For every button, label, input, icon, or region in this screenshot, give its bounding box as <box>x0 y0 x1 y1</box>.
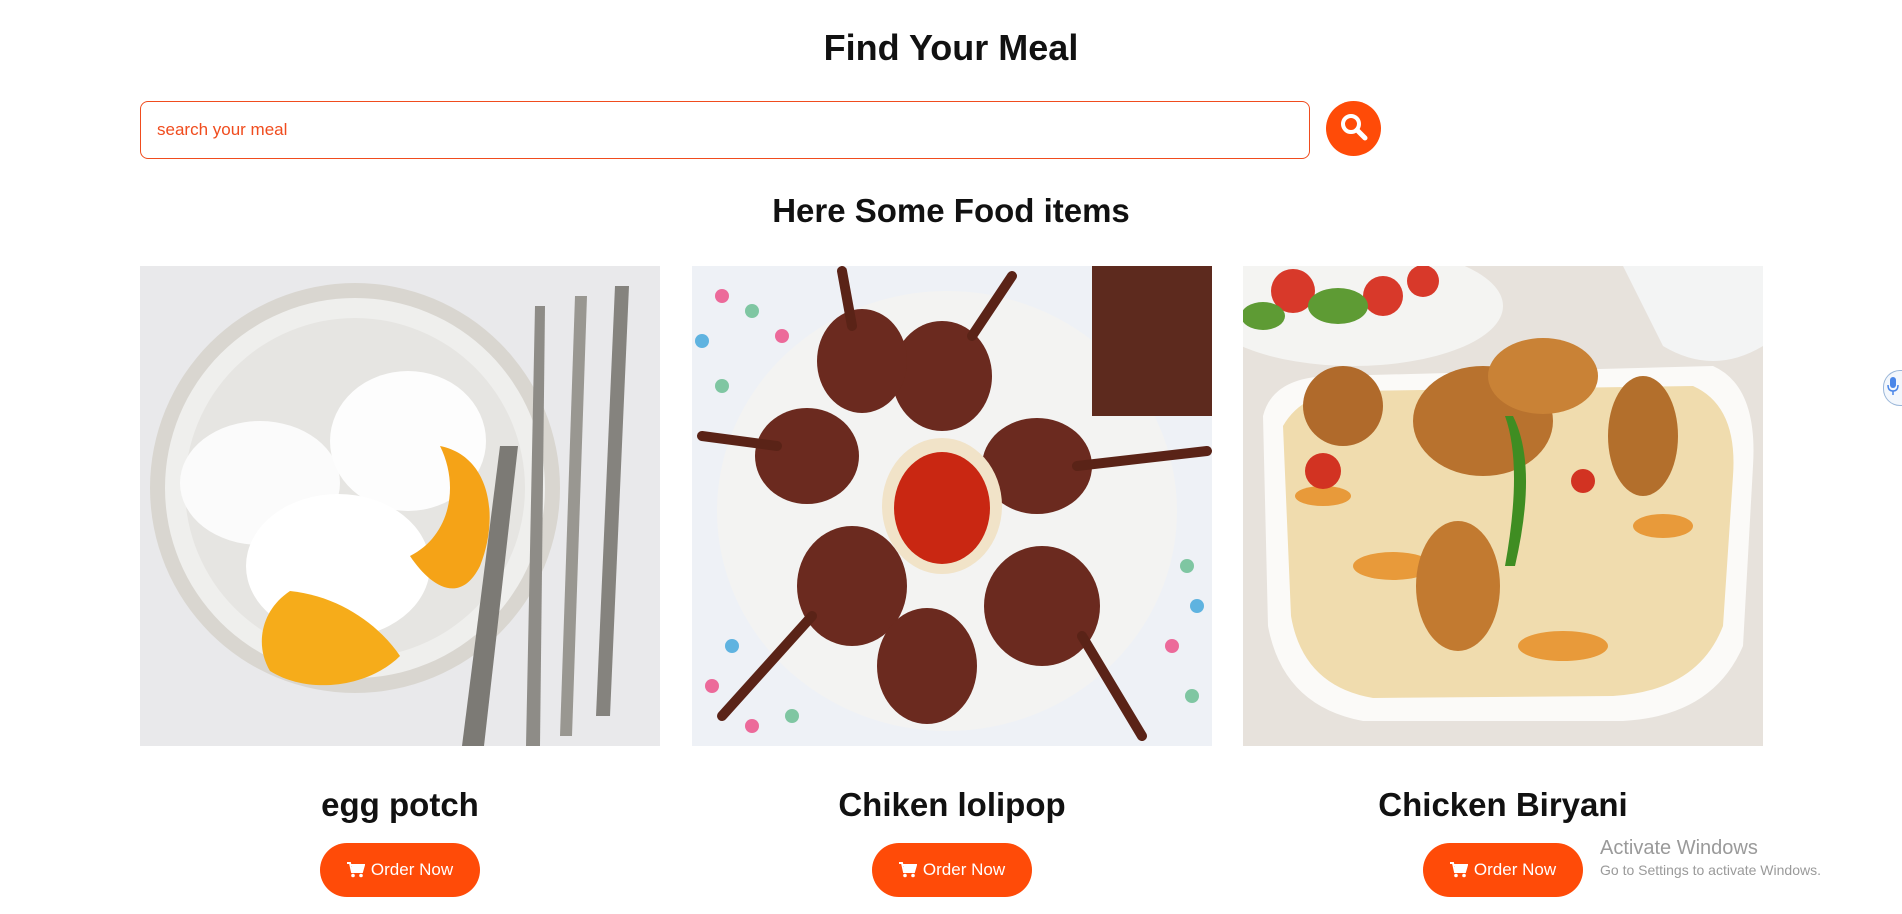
order-now-button[interactable]: Order Now <box>872 843 1032 897</box>
food-card-title: Chicken Biryani <box>1378 786 1628 823</box>
food-card: Chiken lolipop Order Now <box>692 266 1212 897</box>
search-button[interactable] <box>1326 101 1381 156</box>
cart-icon <box>898 862 917 878</box>
order-button-label: Order Now <box>370 860 454 879</box>
food-card: egg potch Order Now <box>140 266 660 897</box>
search-input[interactable] <box>140 101 1310 159</box>
voice-search-widget[interactable] <box>1883 370 1902 406</box>
food-image-chiken-lolipop <box>692 266 1212 746</box>
food-card-title: Chiken lolipop <box>838 786 1066 823</box>
cart-icon <box>346 862 365 878</box>
search-icon <box>1339 112 1369 145</box>
microphone-icon <box>1887 376 1899 401</box>
food-image-chicken-biryani <box>1243 266 1763 746</box>
order-button-label: Order Now <box>1473 860 1557 879</box>
food-card: Chicken Biryani Order Now <box>1243 266 1763 897</box>
order-button-label: Order Now <box>922 860 1006 879</box>
watermark-title: Activate Windows <box>1600 837 1758 859</box>
order-now-button[interactable]: Order Now <box>320 843 480 897</box>
food-card-title: egg potch <box>321 786 479 823</box>
page-title: Find Your Meal <box>823 27 1079 68</box>
order-now-button[interactable]: Order Now <box>1423 843 1583 897</box>
section-title: Here Some Food items <box>772 192 1130 229</box>
windows-activation-watermark: Activate Windows Go to Settings to activ… <box>1600 836 1821 880</box>
cart-icon <box>1449 862 1468 878</box>
food-image-egg-potch <box>140 266 660 746</box>
watermark-subtitle: Go to Settings to activate Windows. <box>1600 862 1821 878</box>
